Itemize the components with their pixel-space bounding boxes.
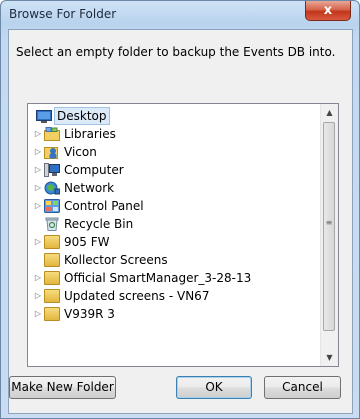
tree-item-label: Recycle Bin (64, 217, 134, 231)
browse-for-folder-window: Browse For Folder x Select an empty fold… (0, 0, 360, 419)
close-icon: x (323, 3, 333, 18)
make-new-folder-button[interactable]: Make New Folder (9, 376, 116, 399)
tree-item-updated-screens[interactable]: ▷ Updated screens - VN67 (28, 287, 322, 305)
desktop-icon (36, 109, 52, 123)
tree-item-control-panel[interactable]: ▷ Control Panel (28, 197, 322, 215)
tree-item-label: Vicon (64, 145, 97, 159)
instruction-text: Select an empty folder to backup the Eve… (16, 45, 336, 59)
expander-icon[interactable]: ▷ (33, 233, 43, 251)
scroll-thumb[interactable]: ≡ (323, 122, 335, 331)
close-button[interactable]: x (305, 1, 351, 21)
vertical-scrollbar[interactable]: ▲ ≡ ▼ (320, 104, 338, 366)
expander-icon[interactable]: ▷ (33, 269, 43, 287)
tree-item-label: Official SmartManager_3-28-13 (64, 271, 252, 285)
tree-item-label: Control Panel (64, 199, 144, 213)
tree-item-905-fw[interactable]: ▷ 905 FW (28, 233, 322, 251)
folder-icon (44, 235, 60, 249)
scroll-down-button[interactable]: ▼ (321, 349, 338, 366)
tree-item-label: Computer (64, 163, 124, 177)
grip-icon: ≡ (325, 218, 333, 227)
cancel-button[interactable]: Cancel (264, 376, 341, 399)
libraries-icon (44, 127, 60, 141)
tree-item-label: Libraries (64, 127, 116, 141)
tree-item-network[interactable]: ▷ Network (28, 179, 322, 197)
folder-icon (44, 253, 60, 267)
folder-icon (44, 271, 60, 285)
tree-item-label: V939R 3 (64, 307, 115, 321)
expander-icon[interactable]: ▷ (33, 125, 43, 143)
dialog-client-area: Select an empty folder to backup the Eve… (8, 29, 353, 414)
recycle-bin-icon (44, 217, 60, 231)
expander-icon[interactable]: ▷ (33, 197, 43, 215)
tree-item-v939r[interactable]: ▷ V939R 3 (28, 305, 322, 323)
folder-tree[interactable]: Desktop ▷ Libraries ▷ Vicon ▷ Computer ▷… (27, 103, 339, 367)
expander-icon[interactable]: ▷ (33, 179, 43, 197)
ok-button[interactable]: OK (176, 376, 252, 399)
network-icon (44, 181, 61, 195)
user-folder-icon (44, 145, 60, 159)
tree-item-vicon[interactable]: ▷ Vicon (28, 143, 322, 161)
tree-item-label: Kollector Screens (64, 253, 168, 267)
window-title: Browse For Folder (9, 7, 117, 21)
expander-icon[interactable]: ▷ (33, 305, 43, 323)
tree-item-desktop[interactable]: Desktop (28, 107, 322, 125)
tree-item-computer[interactable]: ▷ Computer (28, 161, 322, 179)
tree-item-official-smartmanager[interactable]: ▷ Official SmartManager_3-28-13 (28, 269, 322, 287)
folder-icon (44, 307, 60, 321)
title-bar[interactable]: Browse For Folder x (1, 1, 359, 29)
tree-item-libraries[interactable]: ▷ Libraries (28, 125, 322, 143)
tree-item-label: 905 FW (64, 235, 110, 249)
tree-item-label: Updated screens - VN67 (64, 289, 210, 303)
tree-item-label: Network (64, 181, 115, 195)
tree-item-label: Desktop (54, 107, 110, 125)
expander-icon[interactable]: ▷ (33, 161, 43, 179)
folder-icon (44, 289, 60, 303)
tree-item-recycle-bin[interactable]: Recycle Bin (28, 215, 322, 233)
tree-item-kollector-screens[interactable]: Kollector Screens (28, 251, 322, 269)
expander-icon[interactable]: ▷ (33, 143, 43, 161)
scroll-up-button[interactable]: ▲ (321, 104, 338, 121)
control-panel-icon (44, 199, 60, 213)
computer-icon (44, 163, 60, 177)
expander-icon[interactable]: ▷ (33, 287, 43, 305)
